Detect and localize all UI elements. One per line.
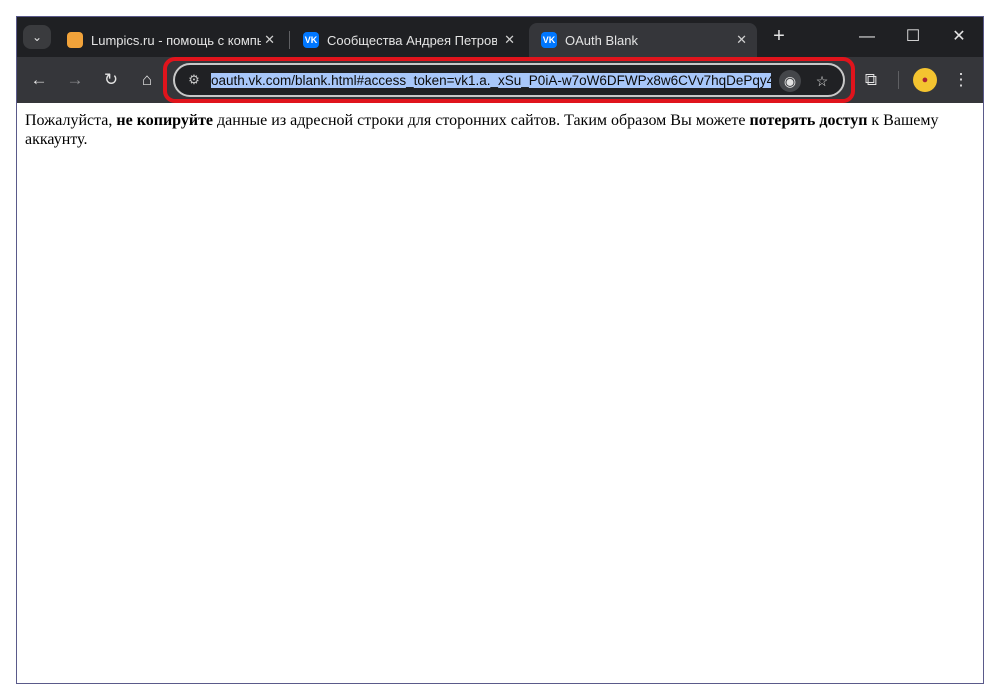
tab-oauth-blank[interactable]: VK OAuth Blank ✕	[529, 23, 757, 57]
minimize-button[interactable]: —	[847, 25, 887, 49]
warning-text-part: Пожалуйста,	[25, 112, 117, 129]
warning-bold-part: не копируйте	[116, 112, 214, 129]
tab-title: Сообщества Андрея Петрова	[327, 32, 497, 48]
home-button[interactable]: ⌂	[135, 68, 159, 92]
menu-button[interactable]: ⋮	[949, 68, 973, 92]
tab-vk-communities[interactable]: VK Сообщества Андрея Петрова ✕	[291, 23, 525, 57]
tab-search-button[interactable]: ⌄	[23, 25, 51, 49]
address-bar-highlight	[163, 57, 855, 103]
window-close-button[interactable]: ✕	[939, 25, 979, 49]
tab-lumpics[interactable]: Lumpics.ru - помощь с компьютером ✕	[55, 23, 285, 57]
tab-divider	[289, 31, 290, 49]
toolbar: ← → ↻ ⌂ ⚙ oauth.vk.com/blank.html#access…	[17, 57, 983, 103]
maximize-button[interactable]: ☐	[893, 25, 933, 49]
new-tab-button[interactable]: +	[767, 25, 791, 49]
back-button[interactable]: ←	[27, 68, 51, 92]
forward-button[interactable]: →	[63, 68, 87, 92]
browser-window: ⌄ Lumpics.ru - помощь с компьютером ✕ VK…	[16, 16, 984, 684]
chevron-down-icon: ⌄	[31, 30, 43, 44]
vk-favicon-icon: VK	[303, 32, 319, 48]
close-icon[interactable]: ✕	[264, 32, 275, 48]
tab-strip: ⌄ Lumpics.ru - помощь с компьютером ✕ VK…	[17, 17, 983, 57]
close-icon[interactable]: ✕	[736, 32, 747, 48]
reload-button[interactable]: ↻	[99, 68, 123, 92]
close-icon[interactable]: ✕	[504, 32, 515, 48]
tab-title: OAuth Blank	[565, 32, 638, 48]
warning-text-part: данные из адресной строки для сторонних …	[213, 112, 750, 129]
lumpics-favicon-icon	[67, 32, 83, 48]
page-warning-text: Пожалуйста, не копируйте данные из адрес…	[25, 111, 977, 149]
extensions-button[interactable]: ⧉	[859, 68, 883, 92]
vk-favicon-icon: VK	[541, 32, 557, 48]
profile-avatar[interactable]: ●	[913, 68, 937, 92]
toolbar-divider	[898, 71, 899, 89]
tab-title: Lumpics.ru - помощь с компьютером	[91, 32, 261, 48]
warning-bold-part: потерять доступ	[749, 112, 868, 129]
